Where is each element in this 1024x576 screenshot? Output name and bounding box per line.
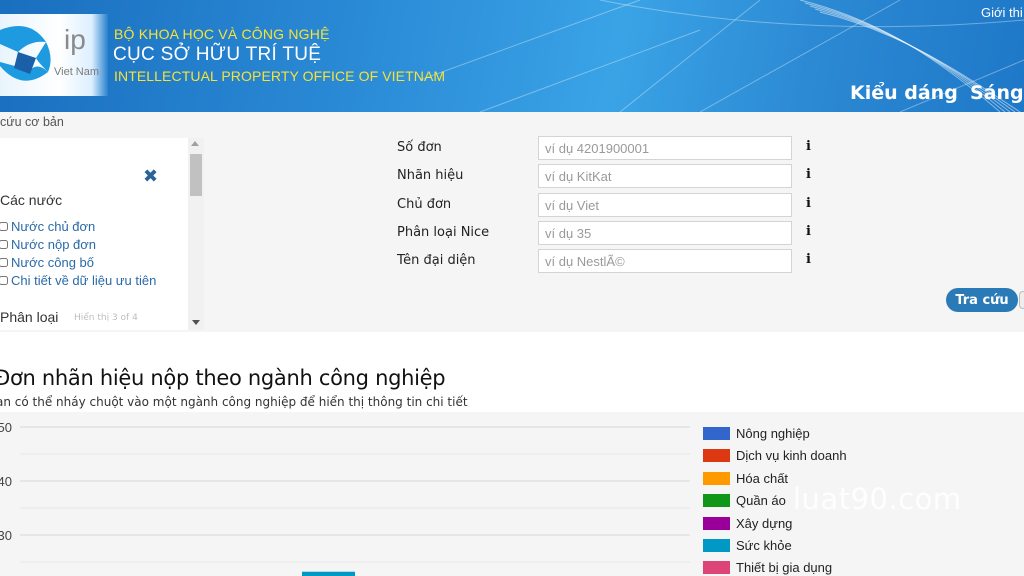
legend-swatch	[703, 449, 730, 463]
bar-chart: 50 40 30	[0, 420, 690, 576]
chart-section-header: Đơn nhãn hiệu nộp theo ngành công nghiệp…	[0, 332, 1024, 412]
logo-ip-text: ip	[64, 24, 86, 55]
checkbox-label[interactable]: Nước công bố	[11, 255, 94, 270]
checkbox-row-filing-country[interactable]: Nước nộp đơn	[0, 237, 96, 252]
chart-subtitle: ạn có thể nháy chuột vào một ngành công …	[0, 395, 468, 409]
secondary-button-edge[interactable]	[1019, 291, 1024, 309]
info-icon[interactable]: i	[806, 224, 811, 239]
applicant-input[interactable]	[538, 193, 792, 217]
form-row-representative: Tên đại diện i	[397, 249, 827, 273]
scroll-up-arrow-icon[interactable]	[191, 141, 199, 146]
legend-item[interactable]: Hóa chất	[703, 471, 788, 486]
legend-label: Quần áo	[736, 493, 786, 509]
legend-item[interactable]: Dịch vụ kinh doanh	[703, 448, 847, 463]
section-title-countries: Các nước	[0, 192, 63, 208]
legend-label: Xây dựng	[736, 515, 793, 531]
filter-panel-scrollbar[interactable]	[188, 138, 204, 330]
info-icon[interactable]: i	[806, 252, 811, 267]
legend-item[interactable]: Sức khỏe	[703, 538, 792, 553]
info-icon[interactable]: i	[806, 139, 811, 154]
legend-item[interactable]: Nông nghiệp	[703, 426, 810, 441]
legend-label: Thiết bị gia dụng	[736, 560, 833, 576]
nav-item-patent[interactable]: Sáng c	[970, 82, 1024, 104]
y-tick-label: 50	[0, 420, 12, 435]
logo[interactable]: ip Viet Nam	[0, 14, 108, 96]
legend-item[interactable]: Quần áo	[703, 493, 786, 508]
field-label: Phân loại Nice	[397, 225, 490, 240]
legend-swatch	[703, 471, 730, 485]
legend-swatch	[703, 516, 730, 530]
checkbox-row-publication-country[interactable]: Nước công bố	[0, 255, 94, 270]
scroll-down-arrow-icon[interactable]	[192, 320, 200, 325]
legend-label: Hóa chất	[736, 470, 789, 486]
field-label: Nhãn hiệu	[397, 168, 464, 183]
checkbox-row-applicant-country[interactable]: Nước chủ đơn	[0, 219, 95, 234]
top-link-about[interactable]: Giới thi	[981, 5, 1023, 20]
checkbox-label[interactable]: Nước nộp đơn	[11, 237, 96, 252]
filter-panel: ✖ Các nước Nước chủ đơn Nước nộp đơn Nướ…	[0, 138, 204, 330]
checkbox-label[interactable]: Nước chủ đơn	[11, 219, 95, 234]
info-icon[interactable]: i	[806, 196, 811, 211]
bar-Sức khỏe[interactable]	[302, 571, 355, 576]
checkbox-priority-details[interactable]	[0, 276, 8, 285]
legend-label: Nông nghiệp	[736, 426, 810, 441]
nice-class-input[interactable]	[538, 221, 792, 245]
representative-input[interactable]	[538, 249, 792, 273]
legend-label: Dịch vụ kinh doanh	[736, 448, 847, 464]
logo-country-text: Viet Nam	[54, 66, 100, 78]
section-hint: Hiển thị 3 of 4	[74, 313, 138, 323]
legend-swatch	[703, 494, 730, 508]
info-icon[interactable]: i	[806, 167, 811, 182]
ip-vietnam-logo-icon	[0, 26, 51, 81]
trademark-input[interactable]	[538, 164, 792, 188]
field-label: Chủ đơn	[397, 197, 452, 212]
checkbox-publication-country[interactable]	[0, 258, 8, 267]
checkbox-applicant-country[interactable]	[0, 222, 8, 231]
application-number-input[interactable]	[538, 136, 792, 160]
y-tick-label: 40	[0, 474, 12, 489]
office-name-vi: CỤC SỞ HỮU TRÍ TUỆ	[113, 44, 322, 65]
form-row-application-number: Số đơn i	[397, 136, 827, 160]
ministry-name: BỘ KHOA HỌC VÀ CÔNG NGHỆ	[114, 26, 330, 42]
scroll-thumb[interactable]	[190, 154, 202, 196]
y-tick-label: 30	[0, 528, 12, 543]
legend-swatch	[703, 539, 730, 552]
section-title-classification[interactable]: Phân loại	[0, 309, 58, 325]
search-button[interactable]: Tra cứu	[946, 288, 1018, 312]
field-label: Tên đại diện	[397, 253, 476, 268]
close-icon[interactable]: ✖	[143, 166, 158, 187]
checkbox-row-priority-details[interactable]: Chi tiết về dữ liệu ưu tiên	[0, 273, 156, 288]
legend-label: Sức khỏe	[736, 538, 792, 553]
legend-swatch	[703, 427, 730, 440]
field-label: Số đơn	[397, 140, 442, 155]
breadcrumb[interactable]: cứu cơ bản	[0, 115, 64, 129]
nav-item-design[interactable]: Kiểu dáng	[850, 82, 958, 104]
form-row-trademark: Nhãn hiệu i	[397, 164, 827, 188]
office-name-en: INTELLECTUAL PROPERTY OFFICE OF VIETNAM	[114, 68, 446, 84]
chart-title: Đơn nhãn hiệu nộp theo ngành công nghiệp	[0, 366, 446, 390]
form-row-nice-class: Phân loại Nice i	[397, 221, 827, 245]
legend-swatch	[703, 561, 730, 575]
checkbox-label[interactable]: Chi tiết về dữ liệu ưu tiên	[11, 273, 156, 288]
legend-item[interactable]: Thiết bị gia dụng	[703, 560, 832, 575]
site-header: ip Viet Nam BỘ KHOA HỌC VÀ CÔNG NGHỆ CỤC…	[0, 0, 1024, 112]
chart-area: 50 40 30 Nông nghiệp Dịch vụ kinh doanh Hóa …	[0, 412, 1024, 576]
form-row-applicant: Chủ đơn i	[397, 193, 827, 217]
checkbox-filing-country[interactable]	[0, 240, 8, 249]
legend-item[interactable]: Xây dựng	[703, 516, 792, 531]
